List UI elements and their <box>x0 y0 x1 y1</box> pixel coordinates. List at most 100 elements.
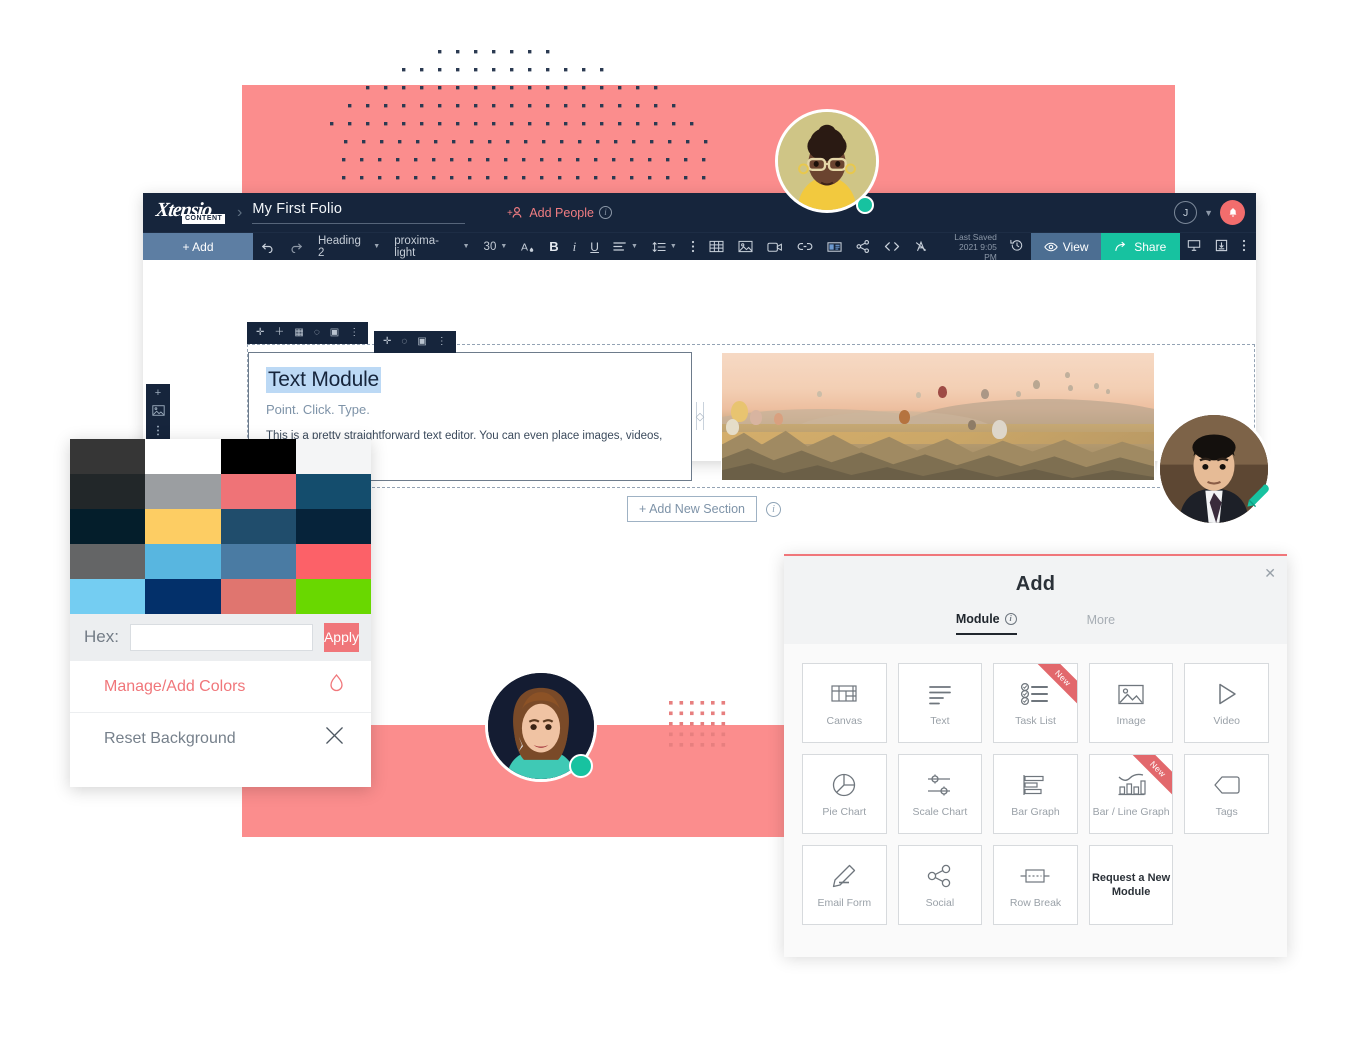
link-icon[interactable] <box>790 233 820 261</box>
font-family-dropdown[interactable]: proxima-light ▼ <box>387 233 476 261</box>
module-card-bar-line-graph[interactable]: Bar / Line Graph New <box>1088 754 1174 834</box>
video-icon[interactable] <box>760 233 790 261</box>
module-card-row-break[interactable]: Row Break <box>993 845 1078 925</box>
grid-icon[interactable]: ▦ <box>289 322 308 344</box>
more-vertical-icon[interactable] <box>684 233 702 261</box>
image-icon[interactable]: ▣ <box>325 322 344 344</box>
add-people-button[interactable]: + Add People i <box>507 206 612 220</box>
more-vertical-icon[interactable] <box>156 425 160 439</box>
color-swatch[interactable] <box>145 509 221 544</box>
color-swatch[interactable] <box>220 439 296 474</box>
drop-icon[interactable]: ◌ <box>309 322 325 344</box>
more-vertical-icon[interactable]: ⋮ <box>344 322 364 344</box>
more-vertical-icon[interactable]: ⋮ <box>432 331 452 353</box>
module-card-bar-graph[interactable]: Bar Graph <box>993 754 1078 834</box>
module-card-canvas[interactable]: Canvas <box>802 663 887 743</box>
color-swatch[interactable] <box>145 579 221 614</box>
color-swatch[interactable] <box>295 544 371 579</box>
color-swatch[interactable] <box>70 509 146 544</box>
underline-button[interactable]: U <box>583 233 606 261</box>
share-arrow-icon <box>1115 241 1126 252</box>
bold-button[interactable]: B <box>542 233 565 261</box>
folio-title-field[interactable]: My First Folio <box>252 201 466 224</box>
paragraph-style-dropdown[interactable]: Heading 2 ▼ <box>311 233 387 261</box>
color-swatch[interactable] <box>145 474 221 509</box>
hex-input[interactable] <box>129 623 313 651</box>
move-icon[interactable]: ✛ <box>378 331 396 353</box>
share-button[interactable]: Share <box>1101 232 1180 261</box>
module-card-email-form[interactable]: Email Form <box>802 845 887 925</box>
module-card-label: Bar Graph <box>1011 806 1060 818</box>
color-swatch[interactable] <box>220 544 296 579</box>
manage-add-colors-row[interactable]: Manage/Add Colors <box>70 660 371 712</box>
xtensio-logo-icon[interactable]: Xtensio CONTENT <box>155 199 231 227</box>
apply-button[interactable]: Apply <box>323 622 359 652</box>
undo-icon[interactable] <box>253 233 282 261</box>
tab-module[interactable]: Module i <box>955 612 1017 635</box>
line-height-icon[interactable]: ▼ <box>645 233 684 261</box>
text-module-toolbar: ✛ ◌ ▣ ⋮ <box>374 331 456 353</box>
module-card-social[interactable]: Social <box>897 845 983 925</box>
module-card-task-list[interactable]: Task List New <box>993 663 1078 743</box>
color-swatch[interactable] <box>295 439 371 474</box>
color-swatch[interactable] <box>220 509 296 544</box>
module-card-pie-chart[interactable]: Pie Chart <box>802 754 887 834</box>
text-module-title[interactable]: Text Module <box>266 367 382 393</box>
color-swatch[interactable] <box>295 474 371 509</box>
close-icon[interactable]: ✕ <box>1264 565 1276 582</box>
presentation-icon[interactable] <box>1180 239 1208 255</box>
text-color-icon[interactable]: A <box>514 233 542 261</box>
plus-icon[interactable]: + <box>155 387 161 399</box>
redo-icon[interactable] <box>282 233 311 261</box>
module-card-tags[interactable]: Tags <box>1184 754 1269 834</box>
module-card-label: Email Form <box>817 897 872 909</box>
column-resize-handle[interactable]: ◇ <box>696 402 704 430</box>
italic-button[interactable]: i <box>566 233 584 261</box>
color-swatch[interactable] <box>70 579 146 614</box>
color-swatch[interactable] <box>295 579 371 614</box>
image-icon[interactable]: ▣ <box>412 331 431 353</box>
align-left-icon[interactable]: ▼ <box>606 233 645 261</box>
avatar[interactable]: J <box>1174 201 1198 224</box>
info-icon[interactable]: i <box>598 206 612 219</box>
reset-background-row[interactable]: Reset Background <box>70 712 371 764</box>
image-module[interactable] <box>721 352 1155 481</box>
add-button[interactable]: + Add <box>143 232 253 261</box>
module-card-text[interactable]: Text <box>897 663 983 743</box>
image-icon[interactable] <box>731 233 760 261</box>
move-icon[interactable]: ✛ <box>251 322 269 344</box>
add-new-section-button[interactable]: + Add New Section <box>627 496 757 522</box>
more-vertical-icon[interactable] <box>1235 239 1256 255</box>
chevron-down-icon[interactable]: ▼ <box>1204 208 1213 218</box>
module-card-scale-chart[interactable]: Scale Chart <box>897 754 983 834</box>
clear-formatting-icon[interactable] <box>907 233 935 261</box>
history-icon[interactable] <box>1003 239 1031 255</box>
module-card-request-a-new-module[interactable]: Request a New Module <box>1088 845 1174 925</box>
color-swatch[interactable] <box>145 544 221 579</box>
color-swatch[interactable] <box>70 439 146 474</box>
info-icon[interactable]: i <box>765 501 781 517</box>
font-size-dropdown[interactable]: 30 ▼ <box>477 233 515 261</box>
code-icon[interactable] <box>877 233 907 261</box>
color-swatch[interactable] <box>295 509 371 544</box>
embed-icon[interactable] <box>820 233 849 261</box>
color-swatch[interactable] <box>145 439 221 474</box>
image-icon[interactable] <box>151 404 165 419</box>
view-button[interactable]: View <box>1030 232 1102 261</box>
folio-title[interactable]: My First Folio <box>252 201 466 224</box>
download-icon[interactable] <box>1208 239 1235 255</box>
info-icon[interactable]: i <box>1004 613 1017 625</box>
plus-icon[interactable]: ＋ <box>269 322 289 344</box>
color-swatch[interactable] <box>70 544 146 579</box>
bell-icon[interactable] <box>1220 200 1245 225</box>
color-swatch[interactable] <box>70 474 146 509</box>
drop-icon[interactable]: ◌ <box>396 331 412 353</box>
module-card-video[interactable]: Video <box>1184 663 1269 743</box>
text-module-subtitle[interactable]: Point. Click. Type. <box>266 402 674 417</box>
tab-more[interactable]: More <box>1087 612 1115 635</box>
color-swatch[interactable] <box>220 579 296 614</box>
color-swatch[interactable] <box>220 474 296 509</box>
module-card-image[interactable]: Image <box>1088 663 1174 743</box>
share-nodes-icon[interactable] <box>849 233 877 261</box>
table-icon[interactable] <box>702 233 731 261</box>
